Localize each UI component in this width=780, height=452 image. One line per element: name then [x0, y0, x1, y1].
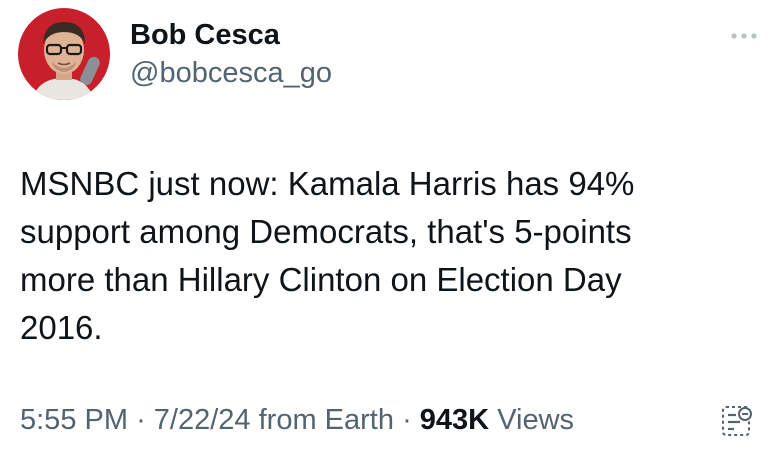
- more-options-button[interactable]: [728, 26, 760, 46]
- author-handle[interactable]: @bobcesca_go: [130, 56, 332, 90]
- tweet-meta: 5:55 PM · 7/22/24 from Earth · 943K View…: [20, 402, 574, 438]
- tweet-source: from Earth: [258, 404, 394, 436]
- avatar[interactable]: [18, 8, 110, 100]
- tweet-card: Bob Cesca @bobcesca_go MSNBC just now: K…: [0, 0, 780, 452]
- tweet-date[interactable]: 7/22/24: [154, 404, 251, 436]
- meta-separator: ·: [136, 404, 146, 436]
- tweet-time[interactable]: 5:55 PM: [20, 404, 128, 436]
- analytics-button[interactable]: [720, 404, 754, 438]
- tweet-header: Bob Cesca @bobcesca_go: [18, 8, 332, 100]
- author-identity: Bob Cesca @bobcesca_go: [130, 18, 332, 90]
- views-label: Views: [497, 404, 575, 436]
- author-display-name[interactable]: Bob Cesca: [130, 18, 332, 52]
- views-count: 943K: [419, 404, 490, 436]
- meta-separator: ·: [402, 404, 412, 436]
- avatar-image: [18, 8, 110, 100]
- tweet-text: MSNBC just now: Kamala Harris has 94% su…: [20, 165, 635, 346]
- analytics-icon: [722, 406, 752, 436]
- more-horizontal-icon: [731, 33, 757, 39]
